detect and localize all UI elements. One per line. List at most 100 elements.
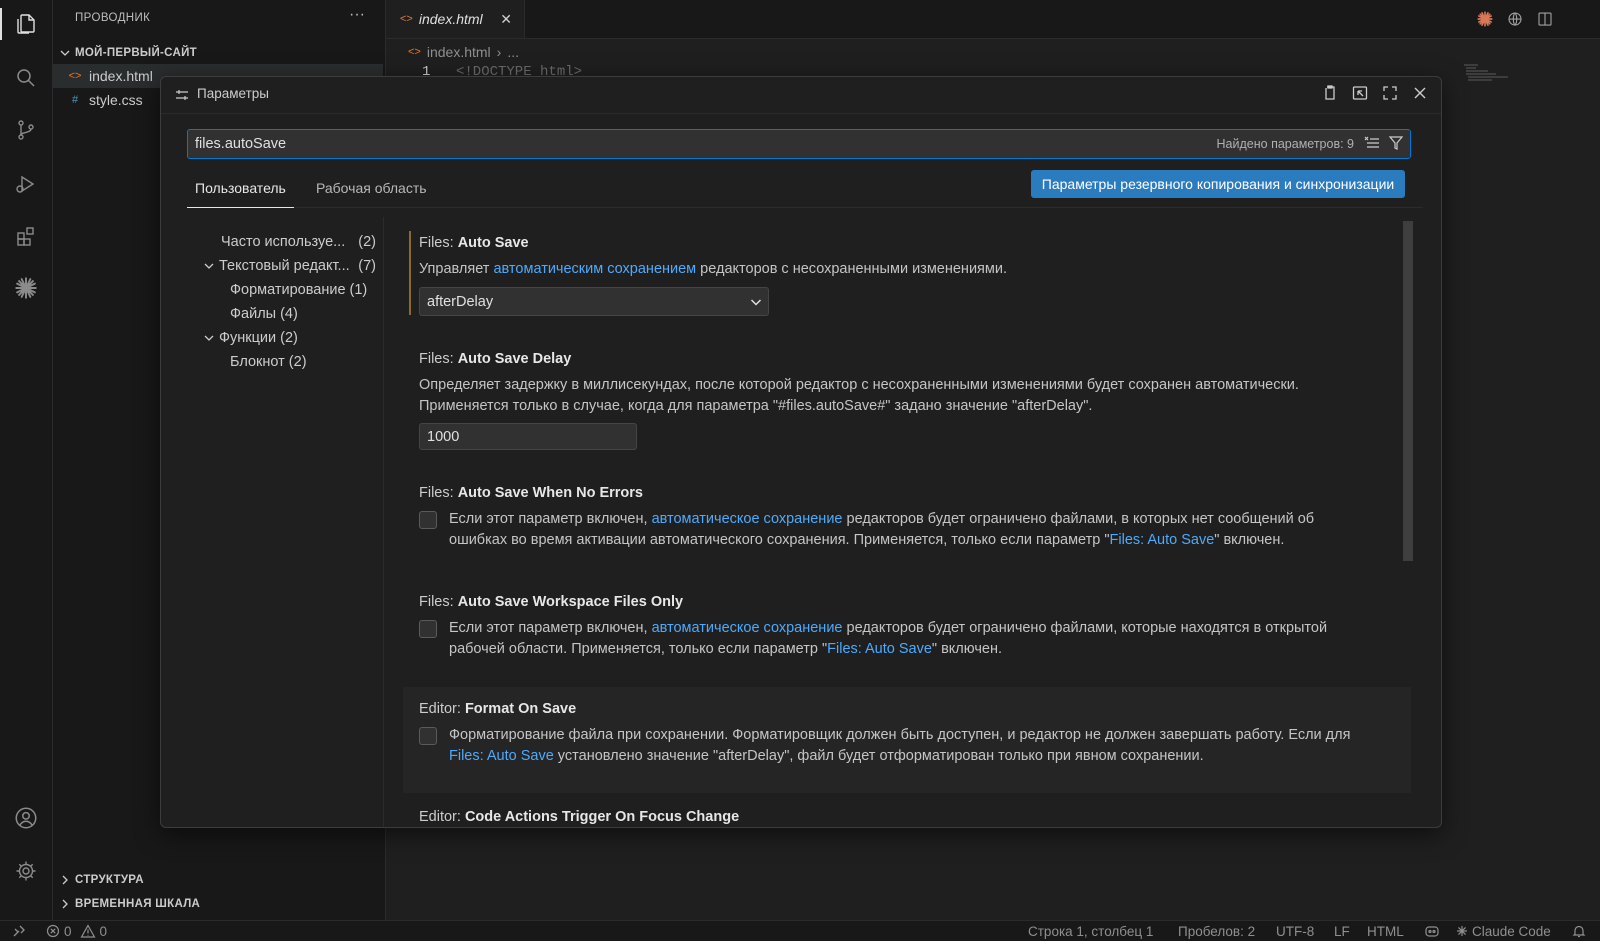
clear-filter-icon[interactable]: [1364, 135, 1380, 151]
cursor-position[interactable]: Строка 1, столбец 1: [1028, 921, 1153, 941]
setting-checkbox[interactable]: [419, 727, 437, 745]
setting-link[interactable]: Files: Auto Save: [449, 748, 554, 764]
outline-label: СТРУКТУРА: [75, 874, 144, 886]
tab-user[interactable]: Пользователь: [187, 169, 294, 208]
problems-indicator[interactable]: 0 0: [46, 921, 107, 941]
source-control-icon[interactable]: [0, 106, 52, 154]
copilot-icon[interactable]: [1424, 921, 1440, 941]
language-mode[interactable]: HTML: [1367, 921, 1404, 941]
setting-link[interactable]: Files: Auto Save: [827, 641, 932, 657]
indentation[interactable]: Пробелов: 2: [1178, 921, 1255, 941]
close-icon[interactable]: [1411, 84, 1429, 102]
toc-label: Функции (2): [219, 330, 298, 346]
open-json-icon[interactable]: [1321, 84, 1339, 102]
auto-save-dropdown[interactable]: afterDelay: [419, 287, 769, 316]
toc-item-files[interactable]: Файлы (4): [230, 303, 298, 325]
settings-toc: Часто используе... (2) Текстовый редакт.…: [161, 217, 384, 827]
claude-icon[interactable]: [0, 264, 52, 312]
folder-header[interactable]: МОЙ-ПЕРВЫЙ-САЙТ: [57, 42, 377, 64]
settings-title: Параметры: [197, 86, 269, 101]
breadcrumb-more[interactable]: ...: [507, 44, 519, 60]
settings-list: Files: Auto Save Управляет автоматически…: [403, 217, 1411, 827]
search-icon[interactable]: [0, 54, 52, 102]
claude-code-label: Claude Code: [1472, 923, 1551, 939]
breadcrumb: <> index.html › ...: [408, 42, 519, 62]
warning-icon: [79, 924, 96, 938]
toc-item-common[interactable]: Часто используе... (2): [221, 231, 376, 253]
auto-save-delay-input[interactable]: 1000: [419, 423, 637, 450]
minimap[interactable]: [1462, 64, 1512, 90]
setting-checkbox[interactable]: [419, 511, 437, 529]
setting-link[interactable]: автоматическое сохранение: [652, 620, 843, 636]
toc-item-features[interactable]: Функции (2): [201, 327, 298, 349]
chevron-right-icon: [57, 875, 73, 885]
toc-label: Часто используе...: [221, 234, 346, 250]
setting-link[interactable]: автоматическое сохранение: [652, 511, 843, 527]
chevron-down-icon: [750, 298, 762, 306]
setting-title: Files: Auto Save: [419, 235, 529, 251]
dropdown-value: afterDelay: [427, 293, 494, 310]
encoding[interactable]: UTF-8: [1276, 921, 1314, 941]
scrollbar-thumb[interactable]: [1403, 221, 1413, 561]
remote-icon[interactable]: [12, 921, 26, 941]
toc-count: (7): [358, 258, 376, 274]
chevron-down-icon: [201, 260, 217, 272]
setting-title: Editor: Code Actions Trigger On Focus Ch…: [419, 809, 740, 825]
split-editor-icon[interactable]: [1536, 10, 1554, 28]
filter-icon[interactable]: [1388, 135, 1404, 151]
chevron-down-icon: [201, 332, 217, 344]
tab-label: index.html: [418, 11, 483, 27]
maximize-icon[interactable]: [1381, 84, 1399, 102]
toc-item-formatting[interactable]: Форматирование (1): [230, 279, 367, 301]
setting-format-on-save: Editor: Format On Save Форматирование фа…: [403, 687, 1411, 793]
timeline-label: ВРЕМЕННАЯ ШКАЛА: [75, 898, 201, 910]
warning-count: 0: [99, 923, 108, 939]
settings-search: Найдено параметров: 9: [187, 129, 1411, 159]
setting-title: Files: Auto Save Delay: [419, 351, 572, 367]
explorer-title: ПРОВОДНИК: [75, 12, 151, 24]
timeline-section[interactable]: ВРЕМЕННАЯ ШКАЛА: [57, 893, 200, 915]
setting-link[interactable]: автоматическим сохранением: [493, 261, 696, 277]
setting-checkbox[interactable]: [419, 620, 437, 638]
setting-auto-save-no-errors: Files: Auto Save When No Errors Если это…: [403, 481, 1411, 565]
breadcrumb-file[interactable]: index.html: [427, 44, 491, 60]
claude-code-icon[interactable]: [1476, 10, 1494, 28]
setting-title: Files: Auto Save When No Errors: [419, 485, 643, 501]
toc-item-text-editor[interactable]: Текстовый редакт... (7): [201, 255, 376, 277]
toc-label: Текстовый редакт...: [219, 258, 350, 274]
folder-name: МОЙ-ПЕРВЫЙ-САЙТ: [75, 47, 197, 59]
file-name: style.css: [89, 92, 143, 108]
chevron-right-icon: [57, 899, 73, 909]
run-debug-icon[interactable]: [0, 160, 52, 208]
tab-workspace[interactable]: Рабочая область: [308, 169, 435, 207]
account-icon[interactable]: [0, 794, 52, 842]
explorer-icon[interactable]: [0, 0, 52, 48]
toc-count: (2): [358, 234, 376, 250]
close-icon[interactable]: ✕: [500, 11, 512, 28]
globe-icon[interactable]: [1506, 10, 1524, 28]
setting-description: Определяет задержку в миллисекундах, пос…: [419, 377, 1299, 414]
setting-description: Если этот параметр включен, автоматическ…: [449, 620, 1328, 657]
setting-link[interactable]: Files: Auto Save: [1110, 532, 1215, 548]
extensions-icon[interactable]: [0, 212, 52, 260]
more-actions-icon[interactable]: ···: [349, 6, 365, 24]
manage-gear-icon[interactable]: [0, 847, 52, 895]
tab-bar: <> index.html ✕: [386, 0, 1600, 39]
setting-description: Управляет автоматическим сохранением ред…: [419, 261, 1007, 277]
end-of-line[interactable]: LF: [1334, 921, 1350, 941]
toc-item-notebook[interactable]: Блокнот (2): [230, 351, 307, 373]
search-result-count: Найдено параметров: 9: [1216, 137, 1354, 151]
setting-code-actions-trigger: Editor: Code Actions Trigger On Focus Ch…: [403, 809, 1411, 827]
backup-sync-button[interactable]: Параметры резервного копирования и синхр…: [1031, 170, 1405, 198]
outline-section[interactable]: СТРУКТУРА: [57, 869, 144, 891]
claude-code-status[interactable]: Claude Code: [1456, 921, 1551, 941]
css-file-icon: #: [71, 94, 79, 106]
editor-actions: [1476, 0, 1600, 38]
settings-sliders-icon: [175, 88, 189, 102]
tab-index-html[interactable]: <> index.html ✕: [386, 0, 525, 38]
setting-auto-save: Files: Auto Save Управляет автоматически…: [403, 231, 1411, 316]
notifications-bell-icon[interactable]: [1572, 921, 1586, 941]
settings-search-input[interactable]: [188, 130, 1102, 158]
move-panel-icon[interactable]: [1351, 84, 1369, 102]
settings-window-actions: [1321, 84, 1429, 102]
